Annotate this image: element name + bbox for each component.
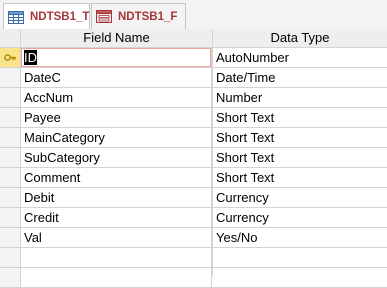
- data-type-cell[interactable]: [213, 268, 387, 287]
- row-selector[interactable]: [0, 88, 21, 107]
- field-name-text: Debit: [24, 190, 55, 205]
- header-data-type[interactable]: Data Type: [213, 29, 387, 47]
- header-field-name[interactable]: Field Name: [21, 29, 213, 47]
- field-name-cell[interactable]: MainCategory: [21, 128, 212, 147]
- row-selector[interactable]: [0, 48, 21, 67]
- data-type-cell[interactable]: Currency: [213, 188, 387, 207]
- field-name-text: Comment: [24, 170, 81, 185]
- data-type-cell[interactable]: AutoNumber: [213, 48, 387, 67]
- table-row[interactable]: Comment Short Text: [0, 168, 387, 188]
- tab-label: NDTSB1_T: [30, 11, 90, 23]
- field-name-text: AccNum: [24, 90, 74, 105]
- tab-label: NDTSB1_F: [118, 10, 178, 23]
- field-name-text: DateC: [24, 70, 61, 85]
- field-name-cell[interactable]: Val: [21, 228, 212, 247]
- data-type-cell[interactable]: Currency: [213, 208, 387, 227]
- data-type-cell[interactable]: Date/Time: [213, 68, 387, 87]
- table-design-grid: Field Name Data Type ID AutoNumber DateC Da…: [0, 29, 387, 288]
- row-selector[interactable]: [0, 208, 21, 227]
- select-all-header[interactable]: [0, 29, 21, 47]
- row-selector[interactable]: [0, 68, 21, 87]
- field-name-cell[interactable]: DateC: [21, 68, 212, 87]
- row-selector[interactable]: [0, 268, 21, 287]
- data-type-cell[interactable]: Number: [213, 88, 387, 107]
- tab-ndtsb1-t[interactable]: NDTSB1_T ×: [3, 3, 102, 30]
- form-icon: [96, 10, 112, 23]
- grid-header: Field Name Data Type: [0, 29, 387, 48]
- table-row[interactable]: [0, 248, 387, 268]
- field-name-cell[interactable]: Credit: [21, 208, 212, 227]
- table-row[interactable]: Debit Currency: [0, 188, 387, 208]
- field-name-cell[interactable]: [21, 248, 212, 267]
- row-selector[interactable]: [0, 148, 21, 167]
- field-name-text: ID: [24, 50, 37, 65]
- table-row[interactable]: [0, 268, 387, 288]
- field-name-text: Credit: [24, 210, 59, 225]
- table-row[interactable]: MainCategory Short Text: [0, 128, 387, 148]
- table-row[interactable]: Val Yes/No: [0, 228, 387, 248]
- row-selector[interactable]: [0, 168, 21, 187]
- row-selector[interactable]: [0, 128, 21, 147]
- field-name-cell[interactable]: [21, 268, 212, 287]
- table-row[interactable]: SubCategory Short Text: [0, 148, 387, 168]
- field-name-cell[interactable]: Payee: [21, 108, 212, 127]
- row-selector[interactable]: [0, 228, 21, 247]
- data-type-cell[interactable]: [213, 248, 387, 267]
- table-row[interactable]: ID AutoNumber: [0, 48, 387, 68]
- primary-key-icon: [4, 54, 16, 61]
- field-name-text: SubCategory: [24, 150, 100, 165]
- table-row[interactable]: Payee Short Text: [0, 108, 387, 128]
- row-selector[interactable]: [0, 108, 21, 127]
- table-row[interactable]: Credit Currency: [0, 208, 387, 228]
- table-row[interactable]: DateC Date/Time: [0, 68, 387, 88]
- data-type-cell[interactable]: Short Text: [213, 168, 387, 187]
- row-selector[interactable]: [0, 188, 21, 207]
- data-type-cell[interactable]: Short Text: [213, 108, 387, 127]
- data-type-cell[interactable]: Short Text: [213, 128, 387, 147]
- table-icon: [8, 10, 24, 24]
- field-rows: ID AutoNumber DateC Date/Time AccNum Number Pa…: [0, 48, 387, 288]
- document-tab-strip: NDTSB1_T × NDTSB1_F: [0, 0, 387, 30]
- field-name-cell[interactable]: SubCategory: [21, 148, 212, 167]
- field-name-text: Payee: [24, 110, 61, 125]
- tab-ndtsb1-f[interactable]: NDTSB1_F: [91, 3, 186, 29]
- field-name-cell[interactable]: Debit: [21, 188, 212, 207]
- field-name-text: Val: [24, 230, 42, 245]
- row-selector[interactable]: [0, 248, 21, 267]
- table-row[interactable]: AccNum Number: [0, 88, 387, 108]
- field-name-cell[interactable]: ID: [21, 48, 212, 67]
- field-name-text: MainCategory: [24, 130, 105, 145]
- field-name-cell[interactable]: Comment: [21, 168, 212, 187]
- field-name-cell[interactable]: AccNum: [21, 88, 212, 107]
- data-type-cell[interactable]: Short Text: [213, 148, 387, 167]
- data-type-cell[interactable]: Yes/No: [213, 228, 387, 247]
